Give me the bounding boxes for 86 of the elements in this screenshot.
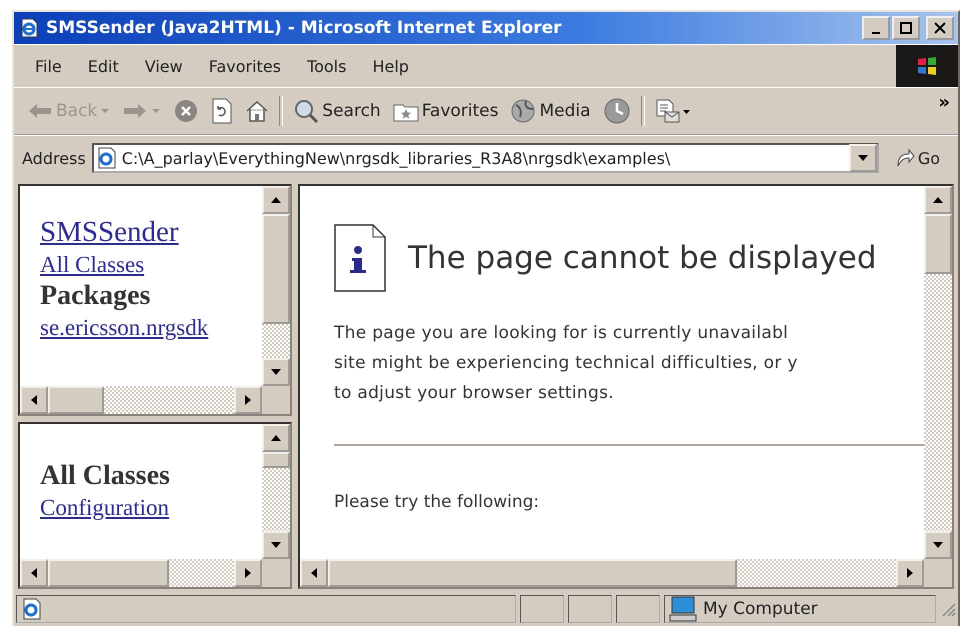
menu-item[interactable]: Favorites — [196, 52, 294, 80]
up-arrow-icon — [271, 197, 281, 203]
up-arrow-icon — [933, 197, 943, 203]
status-pane — [568, 595, 612, 623]
right-arrow-icon — [245, 568, 251, 578]
error-message: The page you are looking for is currently unavailabl site might be experiencing technical difficulties, or y to adjust your browser settings. — [334, 322, 799, 405]
clock-globe-icon — [602, 97, 631, 125]
globe-icon — [510, 98, 536, 124]
scroll-thumb[interactable] — [328, 559, 737, 587]
scroll-down-button[interactable] — [924, 531, 952, 559]
scroll-up-button[interactable] — [262, 424, 290, 452]
section-heading: All Classes — [40, 460, 171, 492]
stop-icon — [173, 98, 200, 124]
minimize-button[interactable] — [862, 16, 890, 40]
right-arrow-icon — [245, 395, 251, 405]
scroll-left-button[interactable] — [20, 386, 48, 414]
scroll-down-button[interactable] — [262, 358, 290, 386]
go-button[interactable]: Go — [884, 148, 950, 168]
scroll-left-button[interactable] — [20, 559, 48, 587]
scroll-up-button[interactable] — [262, 186, 290, 214]
left-arrow-icon — [31, 568, 37, 578]
close-icon — [934, 22, 946, 34]
address-field[interactable]: C:\A_parlay\EverythingNew\nrgsdk_libraries_R3A8\nrgsdk\examples\ — [92, 143, 879, 173]
resize-grip-icon — [940, 601, 956, 617]
more-button[interactable]: » — [936, 92, 952, 113]
scroll-right-button[interactable] — [234, 559, 262, 587]
error-heading: The page cannot be displayed — [408, 240, 877, 276]
left-arrow-icon — [27, 102, 53, 120]
scroll-left-button[interactable] — [300, 559, 328, 587]
home-icon — [245, 99, 270, 123]
scroll-down-button[interactable] — [262, 531, 290, 559]
refresh-icon — [211, 98, 234, 124]
package-link[interactable]: se.ericsson.nrgsdk — [40, 315, 262, 341]
status-pane — [520, 595, 564, 623]
zone-label: My Computer — [703, 599, 818, 619]
down-arrow-icon — [933, 542, 943, 548]
curved-arrow-icon — [894, 148, 915, 168]
dropdown-caret-icon — [100, 108, 110, 114]
down-arrow-icon — [858, 155, 868, 161]
scroll-right-button[interactable] — [896, 559, 924, 587]
address-label: Address — [22, 148, 86, 168]
minimize-icon — [872, 32, 880, 34]
scroll-thumb[interactable] — [48, 559, 169, 587]
section-heading: Packages — [40, 280, 152, 312]
dropdown-button[interactable] — [848, 144, 877, 172]
scroll-thumb[interactable] — [262, 214, 290, 324]
scrollbar-corner — [262, 386, 290, 414]
nav-link[interactable]: All Classes — [40, 252, 262, 278]
scrollbar-corner — [262, 559, 290, 587]
info-page-icon — [334, 224, 386, 292]
page-title-link[interactable]: SMSSender — [40, 216, 262, 249]
search-icon — [293, 98, 320, 124]
right-arrow-icon — [122, 102, 148, 120]
menu-item[interactable]: File — [22, 52, 75, 80]
suggestion-heading: Please try the following: — [334, 492, 540, 512]
menu-item[interactable]: Tools — [294, 52, 360, 80]
left-arrow-icon — [31, 395, 37, 405]
page-icon — [21, 598, 43, 620]
menu-item[interactable]: Edit — [74, 52, 132, 80]
media-button[interactable]: Media — [505, 96, 596, 126]
mail-dropdown-icon — [654, 98, 691, 124]
scroll-thumb[interactable] — [924, 214, 952, 274]
down-arrow-icon — [271, 542, 281, 548]
status-pane — [616, 595, 660, 623]
windows-flag-icon — [915, 54, 939, 78]
menu-item[interactable]: View — [132, 52, 196, 80]
scrollbar-corner — [924, 559, 952, 587]
maximize-icon — [900, 22, 912, 34]
scroll-right-button[interactable] — [234, 386, 262, 414]
class-link[interactable]: Configuration — [40, 495, 262, 521]
down-arrow-icon — [271, 369, 281, 375]
dropdown-caret-icon — [151, 108, 162, 114]
up-arrow-icon — [271, 435, 281, 441]
scroll-up-button[interactable] — [924, 186, 952, 214]
close-button[interactable] — [926, 16, 954, 40]
favorites-button[interactable]: Favorites — [388, 98, 504, 124]
computer-icon — [669, 596, 697, 622]
menu-item[interactable]: Help — [359, 52, 422, 80]
search-button[interactable]: Search — [288, 96, 386, 126]
left-arrow-icon — [311, 568, 317, 578]
scroll-thumb[interactable] — [48, 386, 104, 414]
maximize-button[interactable] — [892, 16, 920, 40]
right-arrow-icon — [907, 568, 913, 578]
page-icon — [96, 147, 118, 169]
window-title: SMSSender (Java2HTML) - Microsoft Internet Explorer — [46, 18, 563, 38]
scroll-thumb[interactable] — [262, 452, 290, 468]
